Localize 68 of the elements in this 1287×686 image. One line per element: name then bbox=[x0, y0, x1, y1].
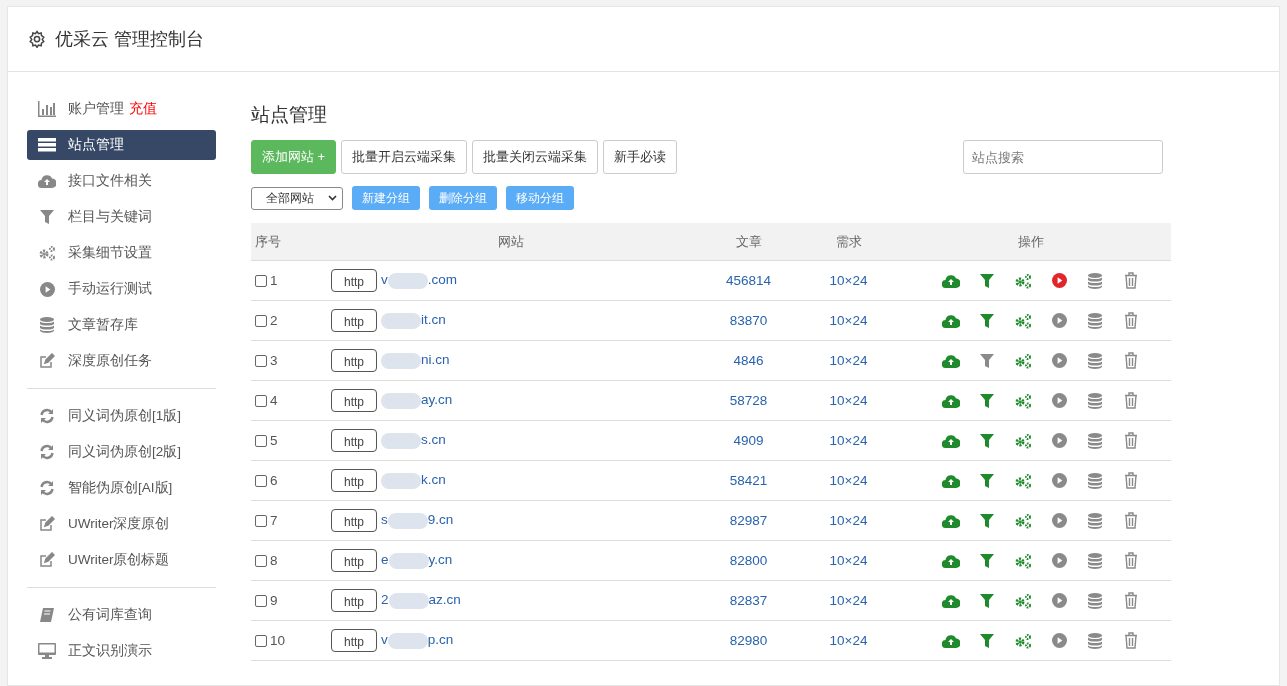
column-header: 序号 bbox=[254, 232, 282, 251]
demand-value: 10×24 bbox=[828, 553, 869, 568]
protocol-button[interactable]: http bbox=[331, 349, 377, 372]
article-count: 83870 bbox=[728, 313, 769, 328]
page-title: 站点管理 bbox=[251, 103, 328, 127]
demand-value: 10×24 bbox=[828, 273, 869, 288]
toolbar-button[interactable]: 批量开启云端采集 bbox=[341, 140, 468, 174]
article-count: 4846 bbox=[732, 353, 765, 368]
sidebar-item[interactable]: 深度原创任务 bbox=[27, 346, 216, 376]
article-count: 82800 bbox=[728, 553, 769, 568]
row-number: 10 bbox=[270, 633, 286, 648]
article-count: 82980 bbox=[728, 633, 769, 648]
protocol-button[interactable]: http bbox=[331, 309, 377, 332]
article-count: 4909 bbox=[732, 433, 765, 448]
row-number: 1 bbox=[270, 273, 278, 288]
column-header: 文章 bbox=[734, 232, 763, 251]
demand-value: 10×24 bbox=[828, 473, 869, 488]
sidebar-item[interactable]: UWriter深度原创 bbox=[27, 509, 216, 539]
sidebar-item[interactable]: 正文识别演示 bbox=[27, 636, 216, 666]
sidebar-item[interactable]: 站点管理 bbox=[27, 130, 216, 160]
toolbar-button[interactable]: 批量关闭云端采集 bbox=[472, 140, 599, 174]
protocol-button[interactable]: http bbox=[331, 469, 377, 492]
demand-value: 10×24 bbox=[828, 393, 869, 408]
article-count: 82837 bbox=[728, 593, 769, 608]
demand-value: 10×24 bbox=[828, 633, 869, 648]
recharge-link[interactable]: 充值 bbox=[129, 101, 157, 116]
row-number: 3 bbox=[270, 353, 278, 368]
row-number: 5 bbox=[270, 433, 278, 448]
row-number: 9 bbox=[270, 593, 278, 608]
app-title: 优采云 管理控制台 bbox=[55, 28, 204, 51]
sidebar-item[interactable]: UWriter原创标题 bbox=[27, 545, 216, 575]
column-header: 需求 bbox=[834, 232, 863, 251]
row-number: 4 bbox=[270, 393, 278, 408]
sidebar-item[interactable]: 栏目与关键词 bbox=[27, 202, 216, 232]
article-count: 82987 bbox=[728, 513, 769, 528]
group-dropdown[interactable]: 全部网站 bbox=[251, 186, 343, 210]
column-header: 操作 bbox=[1017, 232, 1045, 251]
sidebar-item[interactable]: 智能伪原创[AI版] bbox=[27, 473, 216, 503]
sidebar-item[interactable]: 公有词库查询 bbox=[27, 600, 216, 630]
demand-value: 10×24 bbox=[828, 433, 869, 448]
search-field[interactable]: 站点搜索 bbox=[963, 140, 1163, 174]
demand-value: 10×24 bbox=[828, 593, 869, 608]
article-count: 456814 bbox=[724, 273, 773, 288]
sidebar-item[interactable]: 同义词伪原创[2版] bbox=[27, 437, 216, 467]
sidebar-item[interactable]: 同义词伪原创[1版] bbox=[27, 401, 216, 431]
article-count: 58728 bbox=[728, 393, 769, 408]
row-number: 6 bbox=[270, 473, 278, 488]
demand-value: 10×24 bbox=[828, 513, 869, 528]
sidebar-item[interactable]: 接口文件相关 bbox=[27, 166, 216, 196]
toolbar-button[interactable]: 新手必读 bbox=[603, 140, 678, 174]
column-header: 网站 bbox=[497, 232, 525, 251]
protocol-button[interactable]: http bbox=[331, 389, 377, 412]
protocol-button[interactable]: http bbox=[331, 549, 377, 572]
sidebar-item[interactable]: 手动运行测试 bbox=[27, 274, 216, 304]
row-number: 7 bbox=[270, 513, 278, 528]
protocol-button[interactable]: http bbox=[331, 269, 377, 292]
protocol-button[interactable]: http bbox=[331, 429, 377, 452]
row-number: 8 bbox=[270, 553, 278, 568]
protocol-button[interactable]: http bbox=[331, 589, 377, 612]
demand-value: 10×24 bbox=[828, 313, 869, 328]
demand-value: 10×24 bbox=[828, 353, 869, 368]
sidebar-item[interactable]: 采集细节设置 bbox=[27, 238, 216, 268]
protocol-button[interactable]: http bbox=[331, 629, 377, 652]
protocol-button[interactable]: http bbox=[331, 509, 377, 532]
article-count: 58421 bbox=[728, 473, 769, 488]
sidebar-item[interactable]: 账户管理 充值 bbox=[27, 94, 216, 124]
row-number: 2 bbox=[270, 313, 278, 328]
sidebar-item[interactable]: 文章暂存库 bbox=[27, 310, 216, 340]
